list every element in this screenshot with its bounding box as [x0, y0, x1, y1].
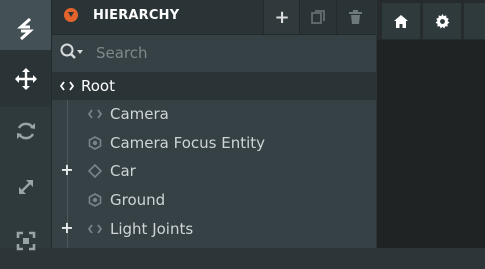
- move-icon[interactable]: [0, 50, 51, 107]
- settings-button[interactable]: [423, 3, 461, 39]
- tree-item-root[interactable]: Root: [52, 72, 376, 100]
- viewport-toolbar: [377, 0, 485, 40]
- gear-icon: [435, 13, 449, 28]
- code-icon: [60, 79, 74, 93]
- home-icon: [394, 14, 408, 28]
- logo-icon[interactable]: [0, 0, 51, 57]
- hierarchy-panel: HIERARCHY + Search Root Camera Camera Fo…: [52, 0, 376, 248]
- rotate-icon[interactable]: [0, 102, 51, 159]
- viewport[interactable]: [377, 0, 485, 248]
- search-input[interactable]: [96, 43, 356, 63]
- hierarchy-header: HIERARCHY +: [52, 0, 376, 35]
- delete-entity-button[interactable]: [336, 0, 373, 34]
- tree-item-label: Camera Focus Entity: [110, 134, 266, 152]
- more-button[interactable]: [464, 3, 485, 39]
- trash-icon: [348, 10, 362, 24]
- scale-icon[interactable]: [0, 158, 51, 215]
- expand-icon[interactable]: +: [60, 162, 74, 178]
- duplicate-entity-button[interactable]: [299, 0, 336, 34]
- hierarchy-icon[interactable]: [64, 8, 78, 22]
- plus-icon: +: [274, 6, 290, 28]
- resize-icon[interactable]: [0, 212, 51, 269]
- code-icon: [88, 222, 102, 236]
- hexagon-icon: [88, 193, 102, 207]
- expand-icon[interactable]: +: [60, 220, 74, 236]
- tree-item-label: Root: [81, 77, 115, 95]
- duplicate-icon: [311, 10, 325, 24]
- tree-item-ground[interactable]: Ground: [52, 186, 376, 214]
- home-button[interactable]: [382, 3, 420, 39]
- hexagon-icon: [88, 136, 102, 150]
- tree-item-label: Light Joints: [110, 220, 194, 238]
- add-entity-button[interactable]: +: [263, 0, 300, 34]
- tree-item-camera[interactable]: Camera: [52, 100, 376, 128]
- panel-title: HIERARCHY: [93, 8, 180, 23]
- tree-item-label: Car: [110, 162, 136, 180]
- tree-item-light-joints[interactable]: + Light Joints: [52, 215, 376, 243]
- tree-item-label: Ground: [110, 191, 166, 209]
- tree-item-label: Camera: [110, 105, 169, 123]
- tree-item-car[interactable]: + Car: [52, 157, 376, 185]
- search-icon[interactable]: [60, 43, 83, 63]
- tree-item-camera-focus-entity[interactable]: Camera Focus Entity: [52, 129, 376, 157]
- diamond-icon: [88, 164, 102, 178]
- search-bar: [52, 35, 376, 71]
- left-toolbar: [0, 0, 52, 250]
- code-icon: [88, 107, 102, 121]
